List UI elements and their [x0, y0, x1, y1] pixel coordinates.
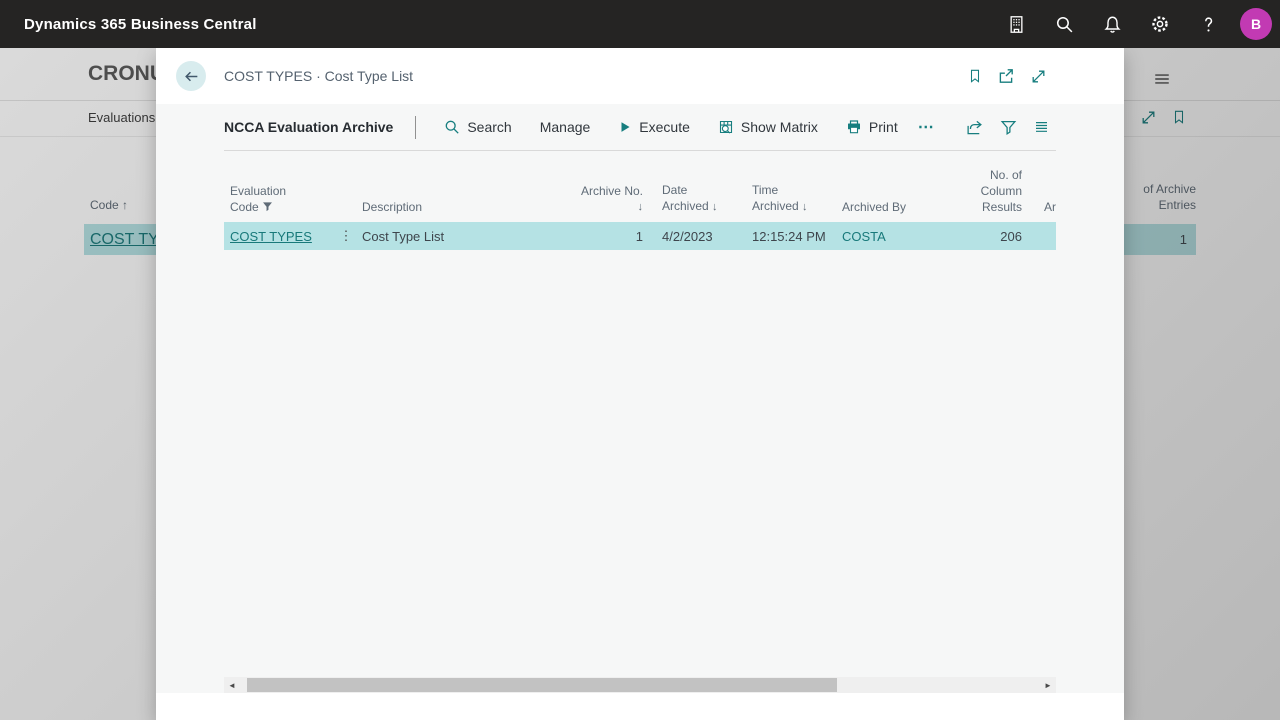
table-header-row: Evaluation Code Description Archive No. … — [224, 151, 1056, 222]
dialog-header: COST TYPES · Cost Type List — [156, 48, 1124, 104]
dialog-footer — [156, 693, 1124, 720]
scroll-right-arrow[interactable]: ► — [1040, 677, 1056, 693]
scrollbar-thumb[interactable] — [247, 678, 837, 692]
part-toolbar: NCCA Evaluation Archive Search Manage Ex… — [224, 104, 1056, 151]
open-in-new-window-icon[interactable] — [997, 67, 1015, 85]
evaluation-code-link[interactable]: COST TYPES — [230, 229, 312, 244]
table-row[interactable]: COST TYPES ⋮ Cost Type List 1 4/2/2023 1… — [224, 222, 1056, 250]
column-header-archive-no[interactable]: Archive No. ↓ — [574, 183, 650, 215]
column-header-date-archived[interactable]: Date Archived ↓ — [650, 182, 740, 215]
column-header-archived-by[interactable]: Archived By — [830, 199, 950, 215]
print-action[interactable]: Print — [846, 119, 898, 135]
expand-icon[interactable] — [1030, 68, 1047, 85]
back-button[interactable] — [176, 61, 206, 91]
bookmark-icon[interactable] — [968, 67, 982, 85]
manage-action[interactable]: Manage — [540, 119, 591, 135]
execute-action[interactable]: Execute — [618, 119, 690, 135]
environment-icon[interactable] — [992, 0, 1040, 48]
printer-icon — [846, 119, 862, 135]
sort-desc-icon: ↓ — [712, 201, 718, 213]
description-cell[interactable]: Cost Type List — [356, 229, 574, 244]
scroll-left-arrow[interactable]: ◄ — [224, 677, 240, 693]
search-icon[interactable] — [1040, 0, 1088, 48]
column-header-evaluation-code[interactable]: Evaluation Code — [224, 183, 336, 215]
dialog-body: NCCA Evaluation Archive Search Manage Ex… — [156, 104, 1124, 693]
settings-gear-icon[interactable] — [1136, 0, 1184, 48]
sort-desc-icon: ↓ — [637, 201, 644, 213]
account-avatar[interactable]: B — [1232, 0, 1280, 48]
archived-by-cell: COSTA — [830, 229, 950, 244]
column-header-clipped: Ar — [1044, 200, 1056, 214]
matrix-icon — [718, 119, 734, 135]
filter-applied-icon — [263, 202, 272, 212]
archived-by-link[interactable]: COSTA — [842, 229, 886, 244]
list-view-icon[interactable] — [1033, 119, 1050, 135]
archive-no-cell[interactable]: 1 — [574, 229, 650, 244]
cost-type-list-dialog: COST TYPES · Cost Type List NCCA Evaluat… — [156, 48, 1124, 720]
search-action[interactable]: Search — [444, 119, 512, 135]
dialog-header-icons — [968, 67, 1124, 85]
more-options-button[interactable]: ⋯ — [918, 117, 936, 137]
play-icon — [618, 120, 632, 134]
show-matrix-action[interactable]: Show Matrix — [718, 119, 818, 135]
column-header-no-of-column-results[interactable]: No. of Column Results — [950, 167, 1029, 215]
toolbar-right-icons — [965, 119, 1056, 136]
toolbar-divider — [415, 115, 417, 139]
filter-icon[interactable] — [1000, 119, 1017, 136]
results-cell[interactable]: 206 — [950, 229, 1029, 244]
sort-desc-icon: ↓ — [802, 201, 808, 213]
column-header-time-archived[interactable]: Time Archived ↓ — [740, 182, 830, 215]
column-header-description[interactable]: Description — [356, 199, 574, 215]
notifications-icon[interactable] — [1088, 0, 1136, 48]
help-icon[interactable] — [1184, 0, 1232, 48]
app-title: Dynamics 365 Business Central — [24, 15, 257, 33]
row-menu-button[interactable]: ⋮ — [336, 228, 356, 244]
topbar-icons: B — [992, 0, 1280, 48]
search-icon — [444, 119, 460, 135]
horizontal-scrollbar[interactable]: ◄ ► — [224, 677, 1056, 693]
top-bar: Dynamics 365 Business Central B — [0, 0, 1280, 48]
share-icon[interactable] — [965, 119, 984, 136]
part-caption: NCCA Evaluation Archive — [224, 119, 394, 135]
time-archived-cell[interactable]: 12:15:24 PM — [740, 229, 830, 244]
dialog-title: COST TYPES · Cost Type List — [224, 68, 414, 84]
date-archived-cell[interactable]: 4/2/2023 — [650, 229, 740, 244]
evaluation-code-cell: COST TYPES — [224, 229, 336, 244]
